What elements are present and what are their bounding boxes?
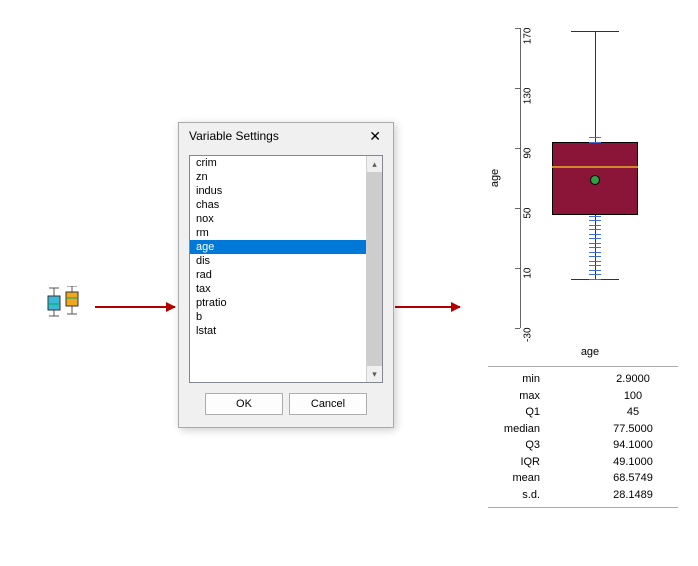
rug-tick [589,279,601,280]
list-item[interactable]: lstat [190,324,366,338]
rug-tick [589,243,601,244]
arrow-to-dialog [95,306,175,308]
list-item[interactable]: crim [190,156,366,170]
rug-tick [589,247,601,248]
y-tick-label: 10 [523,268,534,304]
variable-settings-dialog: Variable Settings ✕ crimzninduschasnoxrm… [178,122,394,428]
y-tick-label: 90 [523,148,534,184]
rug-tick [589,270,601,271]
rug-tick [589,234,601,235]
scroll-track[interactable] [367,172,382,366]
list-item[interactable]: rm [190,226,366,240]
list-item[interactable]: zn [190,170,366,184]
variable-list: crimzninduschasnoxrmagedisradtaxptratiob… [189,155,383,383]
stats-value: 28.1489 [588,487,678,504]
scroll-down-icon[interactable]: ▾ [367,366,382,382]
list-item[interactable]: indus [190,184,366,198]
y-tick [515,328,520,329]
scroll-up-icon[interactable]: ▴ [367,156,382,172]
list-item[interactable]: chas [190,198,366,212]
stats-row: Q1 45 [488,404,678,421]
stats-key: median [488,421,568,438]
ok-button[interactable]: OK [205,393,283,415]
rug-tick [589,261,601,262]
stats-value: 68.5749 [588,470,678,487]
stats-value: 77.5000 [588,421,678,438]
rug-tick [589,225,601,226]
y-tick-label: 130 [523,88,534,124]
cancel-button[interactable]: Cancel [289,393,367,415]
rug-tick [589,216,601,217]
list-item[interactable]: b [190,310,366,324]
list-item[interactable]: ptratio [190,296,366,310]
y-tick [515,148,520,149]
rug-tick [589,229,601,230]
y-tick [515,268,520,269]
stats-value: 45 [588,404,678,421]
stats-row: IQR 49.1000 [488,454,678,471]
list-item[interactable]: rad [190,268,366,282]
stats-row: s.d. 28.1489 [488,487,678,504]
list-item[interactable]: nox [190,212,366,226]
stats-key: s.d. [488,487,568,504]
stats-value: 49.1000 [588,454,678,471]
y-axis-label: age [489,169,501,187]
stats-row: mean 68.5749 [488,470,678,487]
y-tick [515,28,520,29]
rug-tick [589,274,601,275]
stats-table: min 2.9000 max 100 Q1 45 median 77.5000 Q3 94.100… [488,366,678,508]
rug-tick [589,220,601,221]
y-tick [515,88,520,89]
stats-value: 100 [588,388,678,405]
rug-tick [589,265,601,266]
stats-row: median 77.5000 [488,421,678,438]
stats-row: max 100 [488,388,678,405]
boxplot-tool-icon[interactable] [46,286,86,314]
stats-value: 94.1000 [588,437,678,454]
stats-key: IQR [488,454,568,471]
stats-key: Q1 [488,404,568,421]
stats-key: min [488,371,568,388]
y-tick-label: -30 [523,328,534,364]
mean-dot [590,175,600,185]
rug-tick [589,137,601,138]
stats-key: max [488,388,568,405]
stats-key: mean [488,470,568,487]
whisker-cap [571,31,619,32]
scrollbar[interactable]: ▴ ▾ [366,156,382,382]
rug-tick [589,238,601,239]
median-line [552,166,638,168]
rug-tick [589,256,601,257]
boxplot-region: age -30105090130170 age min2.9000max100Q… [470,28,680,508]
list-item[interactable]: tax [190,282,366,296]
stats-row: min 2.9000 [488,371,678,388]
stats-key: Q3 [488,437,568,454]
y-tick [515,208,520,209]
arrow-to-chart [395,306,460,308]
rug-tick [589,142,601,143]
y-tick-label: 50 [523,208,534,244]
list-item[interactable]: dis [190,254,366,268]
list-item[interactable]: age [190,240,366,254]
stats-value: 2.9000 [588,371,678,388]
dialog-title: Variable Settings [189,129,279,143]
rug-tick [589,252,601,253]
y-axis [520,28,521,328]
close-icon[interactable]: ✕ [365,129,385,143]
y-tick-label: 170 [523,28,534,64]
stats-row: Q3 94.1000 [488,437,678,454]
